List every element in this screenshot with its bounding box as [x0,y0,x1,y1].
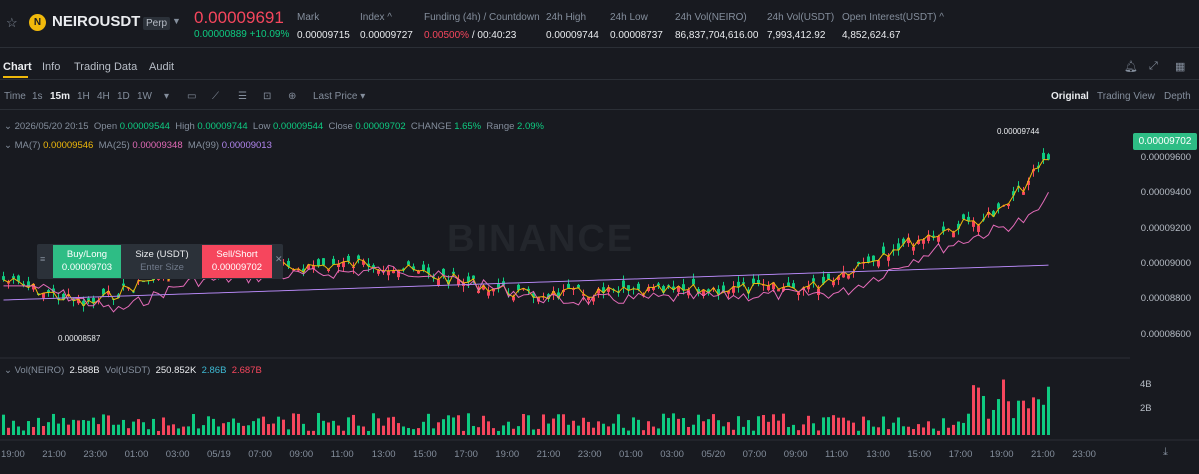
stat-index[interactable]: Index ^ 0.00009727 [360,12,413,41]
time-tick: 03:00 [165,449,190,460]
time-tick: 13:00 [866,449,890,460]
time-tick: 01:00 [124,449,149,460]
time-tick: 13:00 [371,449,396,460]
time-tick: 17:00 [948,449,973,460]
layout-icon[interactable]: ▦ [1175,60,1185,73]
interval-4h[interactable]: 4H [97,91,110,102]
chart-tabs: Chart Info Trading Data Audit 🔔︎ ⤢ ▦ [0,52,1199,80]
calendar-icon[interactable]: ▭ [187,91,196,102]
ohlc-legend: ⌄ 2026/05/20 20:15 Open 0.00009544 High … [4,121,544,132]
ticker-header: ☆ N NEIROUSDT Perp ▼ 0.00009691 0.000008… [0,0,1199,48]
price-tick: 0.00009400 [1140,187,1191,199]
volume-legend: ⌄ Vol(NEIRO) 2.588B Vol(USDT) 250.852K 2… [4,365,262,376]
time-tick: 21:00 [1031,449,1055,460]
price-tick: 0.00009600 [1140,152,1191,163]
active-tab-indicator [3,76,28,78]
time-tick: 11:00 [825,449,849,460]
interval-1d[interactable]: 1D [117,91,130,102]
plus-circle-icon[interactable]: ⊕ [288,91,296,102]
stat-24h-vol-neiro: 24h Vol(NEIRO) 86,837,704,616.00 [675,12,759,41]
time-tick: 17:00 [454,449,478,460]
stat-24h-high: 24h High 0.00009744 [546,12,599,41]
size-input[interactable]: Size (USDT) Enter Size [123,245,201,278]
expand-icon[interactable]: ⤢ [1149,60,1158,73]
ma-legend: ⌄ MA(7) 0.00009546 MA(25) 0.00009348 MA(… [4,140,272,151]
last-price: 0.00009691 [194,8,284,27]
time-tick: 23:00 [577,449,602,460]
time-tick: 05/20 [701,449,726,460]
time-tick: 09:00 [783,449,808,460]
tab-audit[interactable]: Audit [149,61,174,73]
time-tick: 21:00 [42,449,66,460]
price-tick: 0.00009000 [1140,257,1191,269]
indicator-icon[interactable]: ⟋ [212,91,219,102]
price-tick: 0.00009200 [1140,222,1191,234]
interval-15m[interactable]: 15m [50,91,70,102]
coin-logo-icon: N [29,14,46,31]
perp-badge: Perp [143,17,171,30]
time-tick: 15:00 [413,449,437,460]
tab-chart[interactable]: Chart [3,61,32,73]
time-tick: 19:00 [495,449,520,460]
time-tick: 23:00 [83,449,108,460]
buy-long-button[interactable]: Buy/Long 0.00009703 [53,245,121,278]
low-marker: 0.00008587 [58,334,101,343]
time-tick: 21:00 [536,449,561,460]
stat-open-interest[interactable]: Open Interest(USDT) ^ 4,852,624.67 [842,12,944,41]
stat-mark: Mark 0.00009715 [297,12,350,41]
interval-1h[interactable]: 1H [77,91,90,102]
symbol-name[interactable]: NEIROUSDT [52,13,140,30]
time-tick: 07:00 [742,449,767,460]
quick-order-panel: ≡ Buy/Long 0.00009703 Size (USDT) Enter Si… [37,244,283,279]
time-tick: 05/19 [207,449,231,460]
high-marker: 0.00009744 [997,127,1040,136]
time-tick: 03:00 [660,449,684,460]
bell-icon[interactable]: 🔔︎ [1124,60,1138,73]
stat-funding[interactable]: Funding (4h) / Countdown 0.00500% / 00:40… [424,12,540,41]
interval-time[interactable]: Time [4,91,26,102]
chevron-down-icon[interactable]: ▼ [172,16,181,26]
view-original[interactable]: Original [1051,91,1089,102]
price-tick: 0.00008600 [1140,328,1191,340]
stat-24h-low: 24h Low 0.00008737 [610,12,663,41]
chart-toolbar: Time 1s 15m 1H 4H 1D 1W ▾ ▭ ⟋ ☰ ⊡ ⊕ Last… [0,82,1199,110]
time-tick: 23:00 [1072,449,1096,460]
watermark: BINANCE [447,218,635,260]
screenshot-icon[interactable]: ⊡ [263,91,271,102]
scroll-to-end-icon[interactable]: ⤓ [1163,446,1168,459]
time-tick: 19:00 [1,449,25,460]
interval-1s[interactable]: 1s [32,91,43,102]
view-trading-view[interactable]: Trading View [1097,91,1155,102]
favorite-star-icon[interactable]: ☆ [6,16,20,30]
time-tick: 19:00 [989,449,1014,460]
close-icon[interactable]: ✕ [275,254,283,265]
tab-trading-data[interactable]: Trading Data [74,61,137,73]
time-tick: 01:00 [619,449,643,460]
settings-icon[interactable]: ☰ [238,91,247,102]
more-intervals-icon[interactable]: ▾ [164,91,169,102]
view-depth[interactable]: Depth [1164,91,1191,102]
interval-1w[interactable]: 1W [137,91,152,102]
chart-area[interactable]: BINANCE ⌄ 2026/05/20 20:15 Open 0.000095… [0,112,1199,474]
time-tick: 07:00 [248,449,272,460]
time-tick: 09:00 [289,449,314,460]
drag-handle-icon[interactable]: ≡ [40,254,45,264]
price-tick: 0.00008800 [1140,293,1191,305]
current-price-tag: 0.00009702 [1133,133,1197,150]
time-tick: 11:00 [330,449,354,460]
price-mode-select[interactable]: Last Price ▾ [313,91,365,102]
stat-24h-vol-usdt: 24h Vol(USDT) 7,993,412.92 [767,12,835,41]
time-tick: 15:00 [907,449,932,460]
tab-info[interactable]: Info [42,61,60,73]
sell-short-button[interactable]: Sell/Short 0.00009702 [202,245,272,278]
price-change: 0.00000889 +10.09% [194,29,290,40]
